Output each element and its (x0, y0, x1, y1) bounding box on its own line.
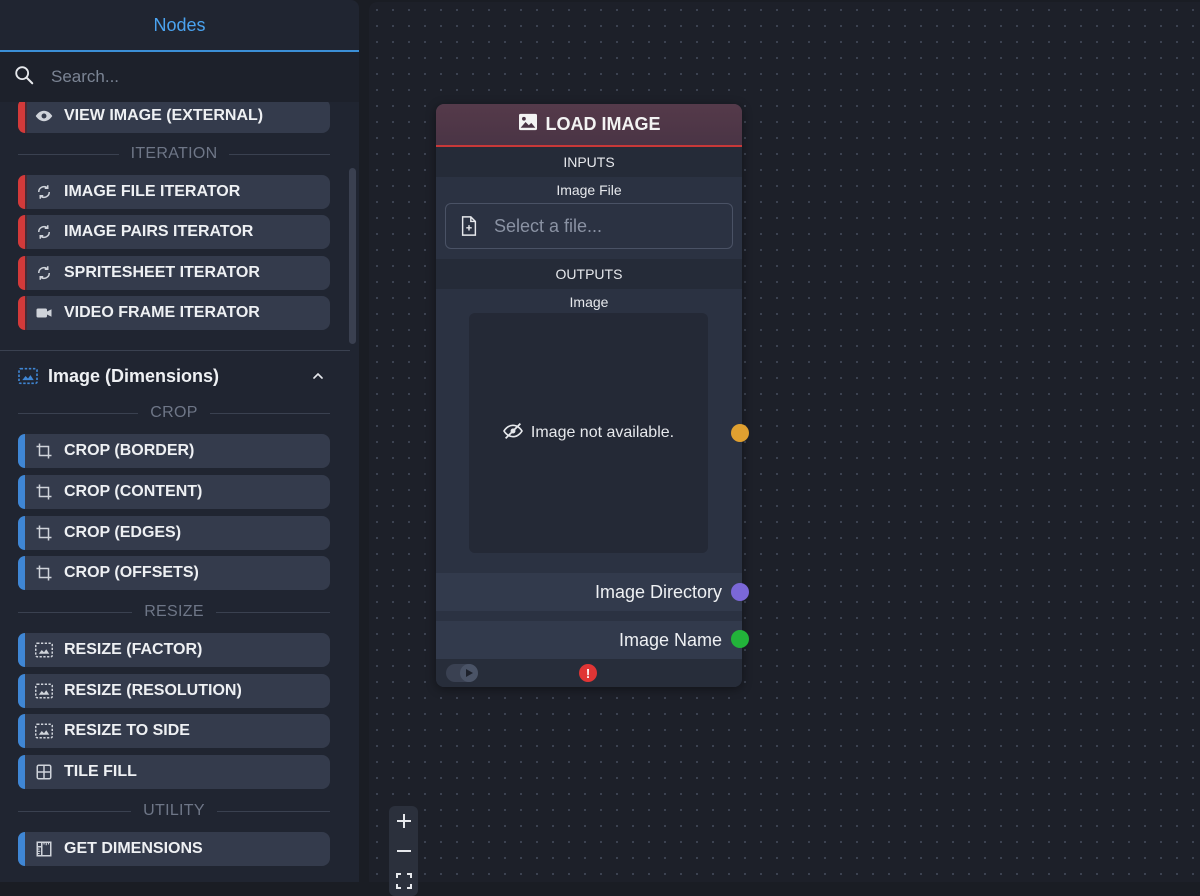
video-icon (34, 303, 54, 323)
search-bar (0, 52, 359, 102)
node-item-label: VIDEO FRAME ITERATOR (64, 304, 260, 321)
section-label: CROP (150, 404, 198, 421)
play-icon (460, 664, 478, 682)
chevron-up-icon[interactable] (310, 368, 326, 384)
resize-icon (34, 640, 54, 660)
node-item-get-dimensions[interactable]: GET DIMENSIONS (18, 832, 330, 866)
output-label: Image Directory (594, 581, 722, 602)
node-item-video-frame-iterator[interactable]: VIDEO FRAME ITERATOR (18, 296, 330, 330)
output-image-name: Image Name (436, 621, 742, 659)
resize-icon (34, 721, 54, 741)
node-item-resize-factor[interactable]: RESIZE (FACTOR) (18, 633, 330, 667)
search-input[interactable] (49, 66, 333, 88)
node-item-label: CROP (BORDER) (64, 442, 195, 459)
sidebar-scrollbar[interactable] (349, 168, 356, 344)
node-item-resize-to-side[interactable]: RESIZE TO SIDE (18, 714, 330, 748)
file-placeholder: Select a file... (494, 215, 603, 236)
image-file-label: Image File (556, 182, 622, 198)
node-item-view-image-external[interactable]: VIEW IMAGE (EXTERNAL) (18, 102, 330, 133)
crop-icon (34, 482, 54, 502)
node-item-tile-fill[interactable]: TILE FILL (18, 755, 330, 789)
category-title: Image (Dimensions) (48, 365, 220, 386)
name-output-handle[interactable] (731, 630, 749, 648)
node-item-image-file-iterator[interactable]: IMAGE FILE ITERATOR (18, 175, 330, 209)
node-item-label: GET DIMENSIONS (64, 840, 203, 857)
eye-icon (34, 106, 54, 126)
section-resize: RESIZE (18, 602, 330, 622)
image-output-label: Image (569, 294, 609, 310)
node-item-image-pairs-iterator[interactable]: IMAGE PAIRS ITERATOR (18, 215, 330, 249)
crop-icon (34, 563, 54, 583)
sidebar-tab-nodes[interactable]: Nodes (0, 0, 359, 52)
section-utility: UTILITY (18, 801, 331, 821)
node-item-label: CROP (OFFSETS) (64, 564, 199, 581)
node-item-crop-border[interactable]: CROP (BORDER) (18, 434, 330, 468)
node-item-label: VIEW IMAGE (EXTERNAL) (64, 107, 264, 124)
node-item-label: RESIZE TO SIDE (64, 722, 190, 739)
output-label: Image Name (618, 629, 722, 650)
section-label: UTILITY (143, 802, 205, 819)
fit-view-button[interactable] (389, 866, 418, 896)
zoom-controls (389, 806, 418, 896)
section-crop: CROP (18, 403, 330, 423)
file-select-input[interactable]: Select a file... (445, 203, 733, 249)
zoom-out-button[interactable] (389, 836, 418, 866)
image-preview: Image not available. (469, 313, 708, 553)
section-label: ITERATION (130, 145, 218, 162)
image-icon (518, 113, 538, 136)
ruler-icon (34, 839, 54, 859)
refresh-icon (34, 182, 54, 202)
node-item-label: TILE FILL (64, 763, 137, 780)
node-item-label: CROP (CONTENT) (64, 483, 203, 500)
file-plus-icon (460, 216, 478, 236)
search-icon (13, 64, 35, 91)
node-title: LOAD IMAGE (545, 114, 661, 134)
node-item-resize-resolution[interactable]: RESIZE (RESOLUTION) (18, 674, 330, 708)
category-image-dimensions[interactable]: Image (Dimensions) (18, 360, 330, 392)
crop-icon (34, 441, 54, 461)
refresh-icon (34, 263, 54, 283)
node-list: VIEW IMAGE (EXTERNAL) ITERATION IMAGE FI… (0, 102, 359, 882)
node-item-label: RESIZE (FACTOR) (64, 641, 203, 658)
eye-off-icon (502, 422, 523, 445)
inputs-section-label: INPUTS (436, 147, 742, 177)
directory-output-handle[interactable] (731, 583, 749, 601)
resize-icon (34, 681, 54, 701)
node-item-crop-content[interactable]: CROP (CONTENT) (18, 475, 330, 509)
node-header[interactable]: LOAD IMAGE (436, 104, 742, 147)
outputs-section-label: OUTPUTS (436, 259, 742, 289)
category-divider (0, 350, 350, 351)
node-item-crop-offsets[interactable]: CROP (OFFSETS) (18, 556, 330, 590)
zoom-in-button[interactable] (389, 806, 418, 836)
node-footer: ! (436, 659, 742, 687)
grid-icon (34, 762, 54, 782)
sidebar-title: Nodes (153, 14, 206, 35)
node-enable-toggle[interactable] (446, 664, 478, 682)
error-icon[interactable]: ! (579, 664, 597, 682)
node-item-label: RESIZE (RESOLUTION) (64, 682, 242, 699)
image-output-handle[interactable] (731, 424, 749, 442)
crop-icon (34, 523, 54, 543)
node-sidebar: Nodes VIEW IMAGE (EXTERNAL) ITERATION IM… (0, 0, 359, 882)
image-dimensions-icon (18, 367, 40, 385)
node-item-spritesheet-iterator[interactable]: SPRITESHEET ITERATOR (18, 256, 330, 290)
refresh-icon (34, 222, 54, 242)
load-image-node[interactable]: LOAD IMAGE INPUTS Image File Select a fi… (436, 104, 742, 687)
node-item-label: SPRITESHEET ITERATOR (64, 264, 260, 281)
node-item-crop-edges[interactable]: CROP (EDGES) (18, 516, 330, 550)
node-item-label: IMAGE PAIRS ITERATOR (64, 223, 254, 240)
section-label: RESIZE (144, 603, 204, 620)
section-iteration: ITERATION (18, 144, 331, 164)
node-item-label: CROP (EDGES) (64, 524, 182, 541)
image-unavailable-text: Image not available. (530, 424, 675, 441)
node-item-label: IMAGE FILE ITERATOR (64, 183, 241, 200)
output-image-directory: Image Directory (436, 573, 742, 611)
